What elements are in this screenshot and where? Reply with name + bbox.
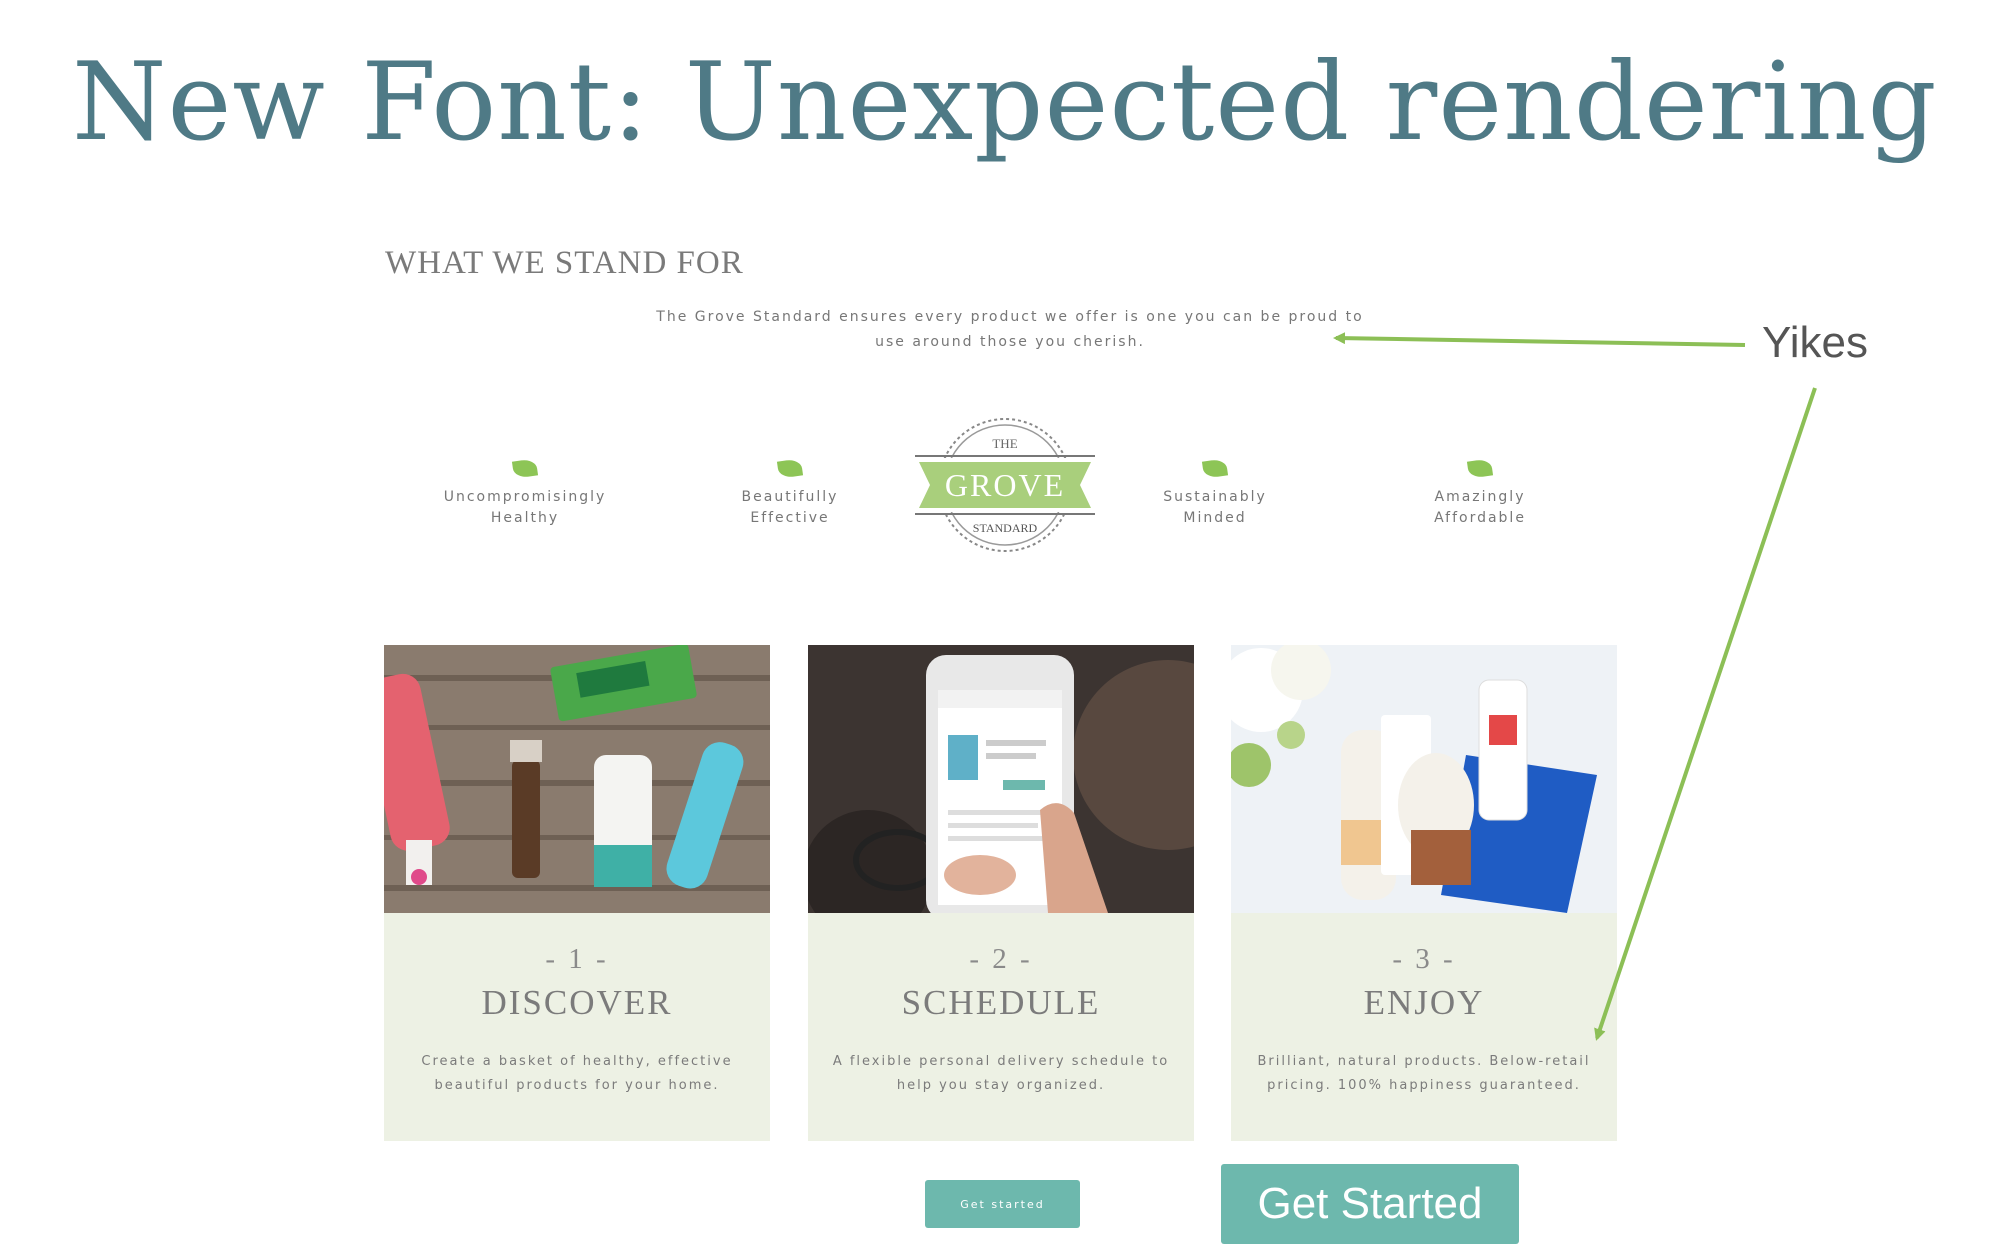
arrow-to-tagline [1333,332,1746,347]
annotation-label: Yikes [1762,318,1868,367]
annotation-arrows [1333,332,1817,1041]
arrow-to-enjoy-text [1594,387,1817,1041]
